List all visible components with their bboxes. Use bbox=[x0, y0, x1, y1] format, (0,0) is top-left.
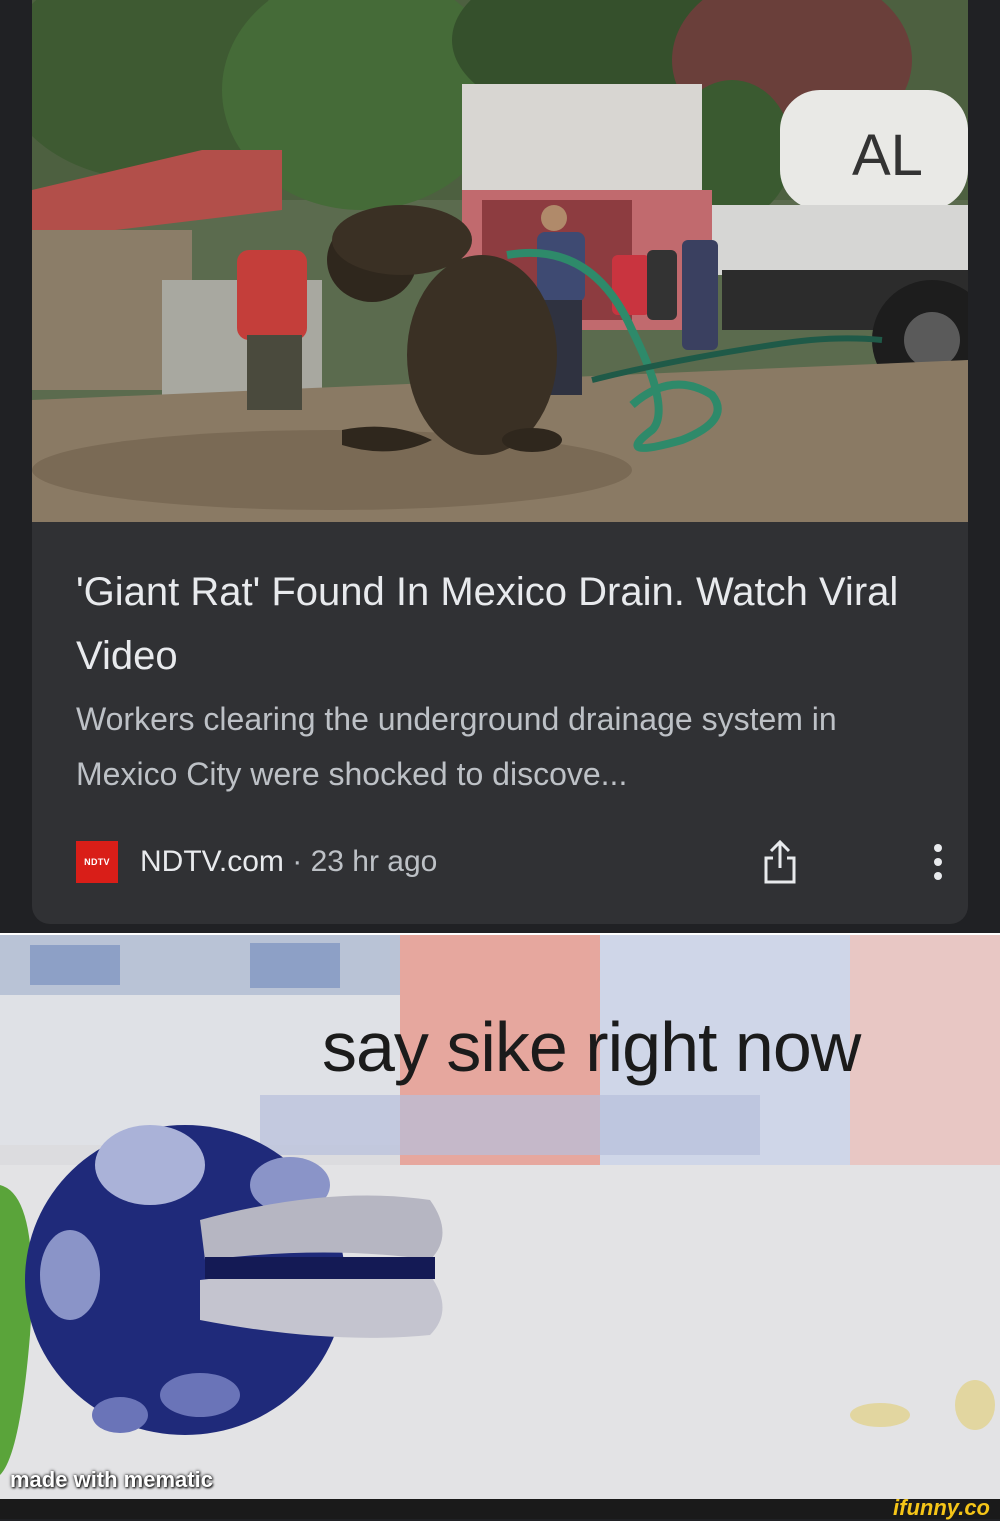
more-options-button[interactable] bbox=[928, 842, 948, 882]
meta-separator: · bbox=[283, 845, 311, 878]
news-card[interactable]: AL 'Giant Rat' Found In Mexico Drain. Wa… bbox=[32, 0, 968, 924]
share-icon bbox=[764, 839, 796, 884]
ifunny-watermark: ifunny.co bbox=[893, 1495, 990, 1520]
article-snippet: Workers clearing the underground drainag… bbox=[76, 701, 837, 792]
share-button[interactable] bbox=[758, 838, 802, 886]
article-photo[interactable]: AL bbox=[32, 0, 968, 522]
source-name[interactable]: NDTV.com bbox=[140, 845, 284, 878]
article-headline[interactable]: 'Giant Rat' Found In Mexico Drain. Watch… bbox=[76, 560, 936, 688]
meme-panel: say sike right now made with mematic bbox=[0, 935, 1000, 1499]
more-vertical-icon bbox=[934, 844, 942, 880]
article-photo-illustration: AL bbox=[32, 0, 968, 522]
article-source-row: NDTV NDTV.com · 23 hr ago bbox=[76, 838, 942, 886]
mematic-watermark: made with mematic bbox=[10, 1467, 213, 1492]
article-source-meta: NDTV.com · 23 hr ago bbox=[140, 842, 437, 882]
watermark-bar: ifunny.co bbox=[0, 1495, 1000, 1520]
ndtv-logo-icon: NDTV bbox=[76, 841, 118, 883]
news-card-section: AL 'Giant Rat' Found In Mexico Drain. Wa… bbox=[0, 0, 1000, 933]
truck-lettering: AL bbox=[852, 123, 923, 188]
time-ago: 23 hr ago bbox=[310, 845, 438, 878]
meme-caption: say sike right now bbox=[322, 1008, 861, 1086]
